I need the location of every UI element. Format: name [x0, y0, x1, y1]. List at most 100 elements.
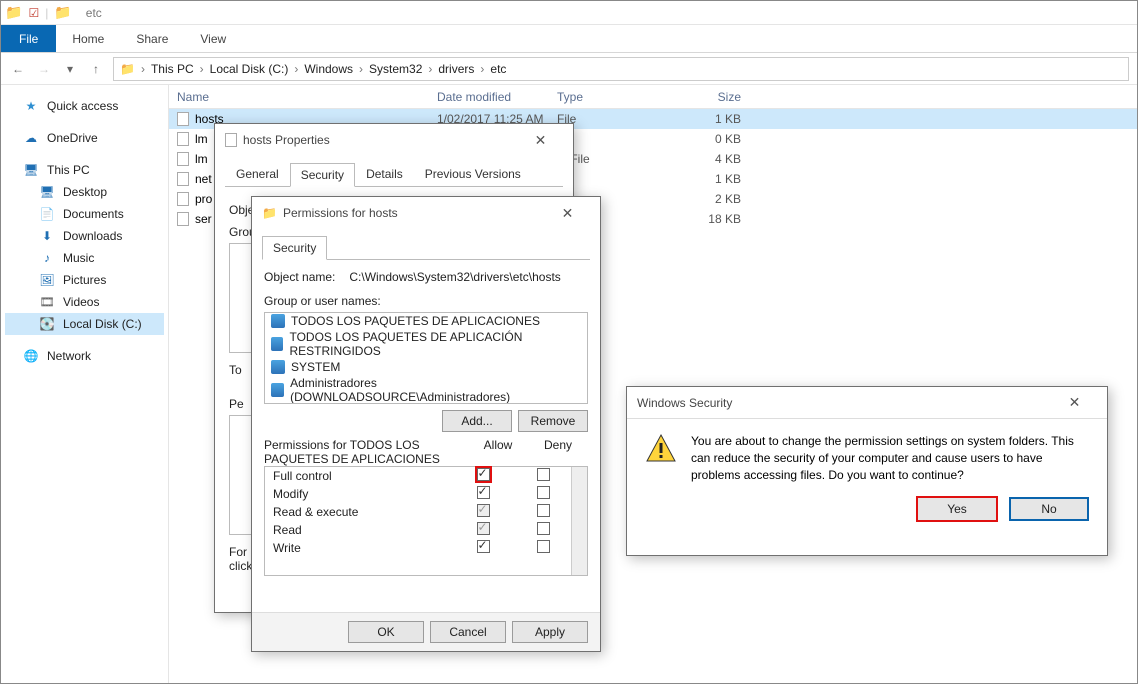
nav-item-label: Downloads [63, 229, 122, 243]
deny-checkbox[interactable] [537, 540, 550, 553]
crumb-windows[interactable]: Windows [304, 62, 353, 76]
apply-button[interactable]: Apply [512, 621, 588, 643]
close-button[interactable]: ✕ [545, 199, 590, 227]
security-prompt: Windows Security ✕ You are about to chan… [626, 386, 1108, 556]
file-size: 4 KB [669, 152, 749, 166]
remove-button[interactable]: Remove [518, 410, 588, 432]
nav-item[interactable]: ⬇ Downloads [5, 225, 164, 247]
file-icon [177, 192, 189, 206]
security-prompt-title: Windows Security [637, 396, 732, 410]
nav-item[interactable]: 🎞Videos [5, 291, 164, 313]
col-type[interactable]: Type [549, 86, 669, 108]
permission-row: Modify [265, 485, 587, 503]
crumb-drivers[interactable]: drivers [438, 62, 474, 76]
network-icon: 🌐 [23, 348, 39, 364]
deny-checkbox[interactable] [537, 486, 550, 499]
group-item[interactable]: SYSTEM [265, 359, 587, 375]
nav-item[interactable]: 🖼Pictures [5, 269, 164, 291]
deny-checkbox[interactable] [537, 522, 550, 535]
cancel-button[interactable]: Cancel [430, 621, 506, 643]
doc-icon: 📄 [39, 206, 55, 222]
close-icon: ✕ [535, 132, 547, 149]
address-bar[interactable]: 📁 › This PC› Local Disk (C:)› Windows› S… [113, 57, 1129, 81]
qat-save-icon[interactable]: ☑ [28, 6, 39, 20]
users-icon [271, 383, 284, 397]
yes-button[interactable]: Yes [917, 497, 997, 521]
chevron-right-icon[interactable]: › [357, 62, 365, 76]
forward-button[interactable]: → [35, 60, 53, 78]
chevron-right-icon[interactable]: › [139, 62, 147, 76]
no-button[interactable]: No [1009, 497, 1089, 521]
deny-checkbox[interactable] [537, 468, 550, 481]
close-button[interactable]: ✕ [1052, 389, 1097, 417]
chevron-right-icon[interactable]: › [292, 62, 300, 76]
nav-item[interactable]: 🖥Desktop [5, 181, 164, 203]
file-size: 1 KB [669, 172, 749, 186]
nav-bar: ← → ▾ ↑ 📁 › This PC› Local Disk (C:)› Wi… [1, 53, 1137, 85]
scrollbar[interactable] [571, 467, 587, 575]
chevron-right-icon[interactable]: › [478, 62, 486, 76]
col-date[interactable]: Date modified [429, 86, 549, 108]
warning-icon [645, 433, 677, 465]
tab-security[interactable]: Security [262, 236, 327, 260]
tab-previous[interactable]: Previous Versions [414, 162, 532, 186]
star-icon: ★ [23, 98, 39, 114]
nav-item[interactable]: 🖥This PC [5, 159, 164, 181]
crumb-sys32[interactable]: System32 [369, 62, 422, 76]
col-name[interactable]: Name [169, 86, 429, 108]
nav-item[interactable]: 📄Documents [5, 203, 164, 225]
nav-item[interactable]: ♪Music [5, 247, 164, 269]
tab-details[interactable]: Details [355, 162, 414, 186]
navigation-pane[interactable]: ★Quick access☁OneDrive🖥This PC🖥Desktop📄D… [1, 85, 169, 683]
allow-checkbox[interactable] [477, 504, 490, 517]
group-item[interactable]: Administradores (DOWNLOADSOURCE\Administ… [265, 375, 587, 404]
permission-label: Write [273, 541, 453, 555]
column-headers[interactable]: Name Date modified Type Size [169, 85, 1137, 109]
file-name: lm [195, 132, 208, 146]
file-tab[interactable]: File [1, 25, 56, 52]
nav-item[interactable]: 🌐Network [5, 345, 164, 367]
tab-security[interactable]: Security [290, 163, 355, 187]
allow-checkbox[interactable] [477, 522, 490, 535]
groups-listbox[interactable]: TODOS LOS PAQUETES DE APLICACIONESTODOS … [264, 312, 588, 404]
file-icon [177, 152, 189, 166]
up-button[interactable]: ↑ [87, 60, 105, 78]
recent-dropdown[interactable]: ▾ [61, 60, 79, 78]
object-name-label: Object name: [264, 270, 335, 284]
permission-row: Write [265, 539, 587, 557]
allow-checkbox[interactable] [477, 540, 490, 553]
allow-checkbox[interactable] [477, 468, 490, 481]
nav-item[interactable]: ★Quick access [5, 95, 164, 117]
deny-checkbox[interactable] [537, 504, 550, 517]
back-button[interactable]: ← [9, 60, 27, 78]
ok-button[interactable]: OK [348, 621, 424, 643]
properties-title: hosts Properties [243, 133, 330, 147]
ribbon-tab-share[interactable]: Share [120, 25, 184, 52]
group-item[interactable]: TODOS LOS PAQUETES DE APLICACIÓN RESTRIN… [265, 329, 587, 359]
file-icon [177, 132, 189, 146]
permissions-table: Full control Modify Read & execute Read … [264, 466, 588, 576]
crumb-this-pc[interactable]: This PC [151, 62, 194, 76]
download-icon: ⬇ [39, 228, 55, 244]
group-name: TODOS LOS PAQUETES DE APLICACIÓN RESTRIN… [289, 330, 581, 358]
desktop-icon: 🖥 [39, 184, 55, 200]
nav-item-label: Videos [63, 295, 99, 309]
add-button[interactable]: Add... [442, 410, 512, 432]
ribbon-tab-view[interactable]: View [184, 25, 242, 52]
file-name: ser [195, 212, 212, 226]
close-button[interactable]: ✕ [518, 126, 563, 154]
group-item[interactable]: TODOS LOS PAQUETES DE APLICACIONES [265, 313, 587, 329]
chevron-right-icon[interactable]: › [426, 62, 434, 76]
crumb-etc[interactable]: etc [490, 62, 506, 76]
nav-item-label: This PC [47, 163, 90, 177]
col-size[interactable]: Size [669, 86, 749, 108]
chevron-right-icon[interactable]: › [198, 62, 206, 76]
tab-general[interactable]: General [225, 162, 290, 186]
users-icon [271, 360, 285, 374]
nav-item[interactable]: ☁OneDrive [5, 127, 164, 149]
ribbon-tab-home[interactable]: Home [56, 25, 120, 52]
nav-item[interactable]: 💽Local Disk (C:) [5, 313, 164, 335]
crumb-disk[interactable]: Local Disk (C:) [210, 62, 289, 76]
file-icon [177, 172, 189, 186]
allow-checkbox[interactable] [477, 486, 490, 499]
